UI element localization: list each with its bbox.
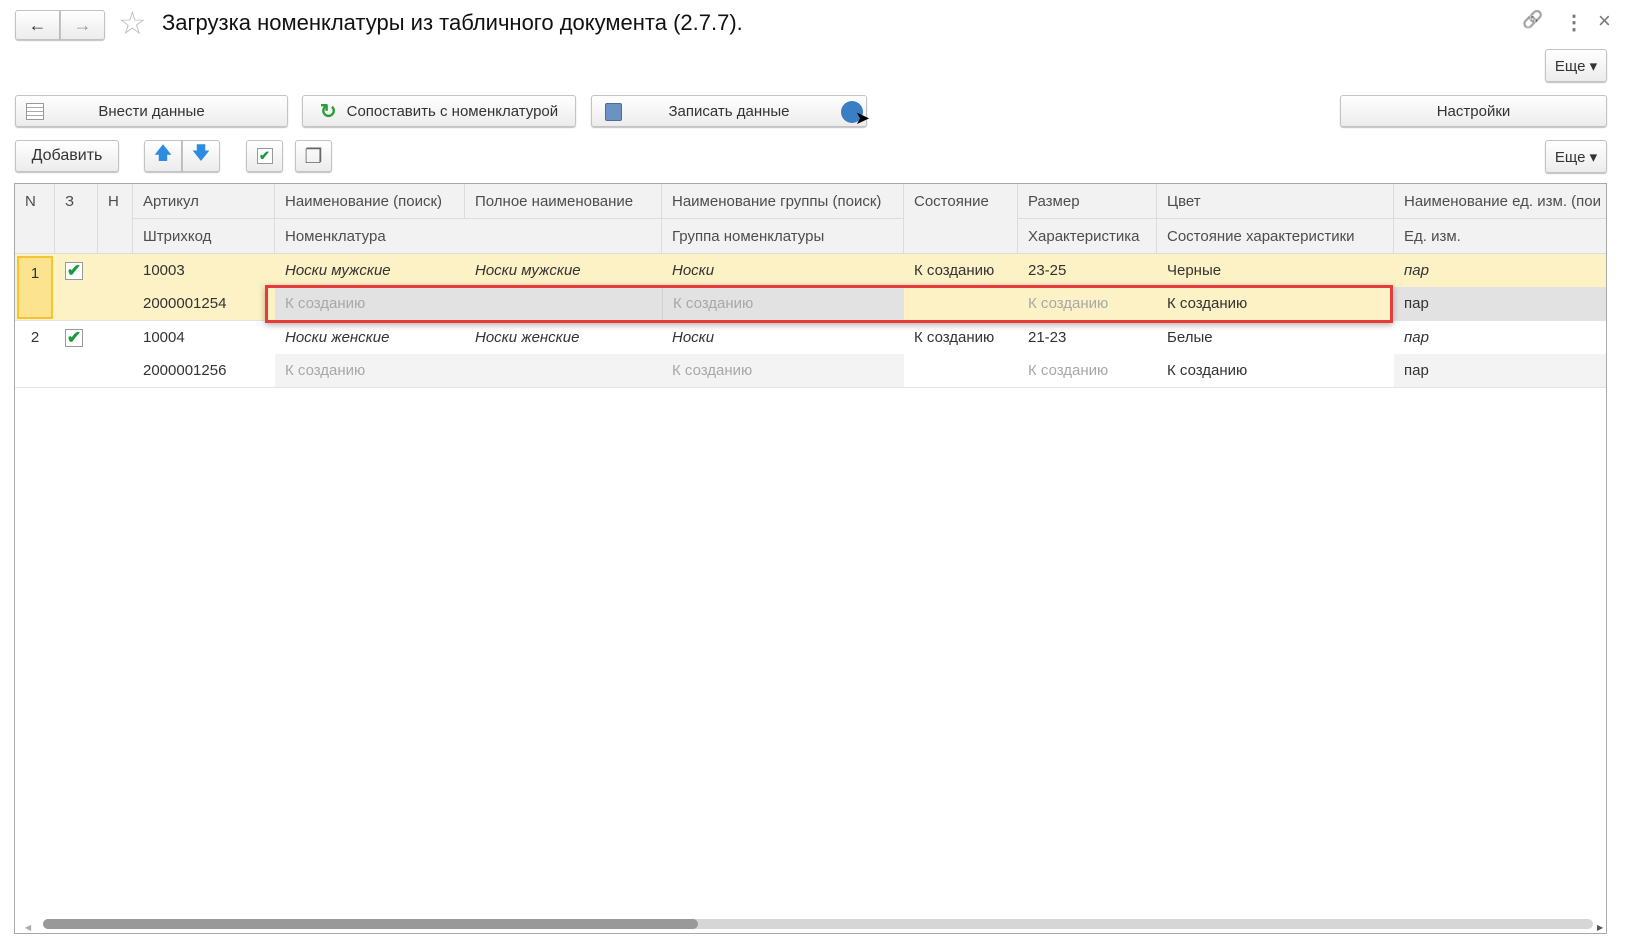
col-header-unit-search[interactable]: Наименование ед. изм. (пои: [1394, 184, 1606, 219]
col-header-color[interactable]: Цвет: [1157, 184, 1394, 219]
scroll-right-arrow-icon[interactable]: ▶: [1597, 923, 1603, 932]
more-button-top[interactable]: Еще ▾: [1545, 49, 1607, 82]
group-name-cell[interactable]: Носки: [662, 254, 904, 287]
state-cell[interactable]: К созданию: [904, 254, 1018, 287]
name-cell[interactable]: Носки женские: [275, 321, 465, 354]
col-header-h[interactable]: Н: [98, 184, 133, 254]
col-header-char-state[interactable]: Состояние характеристики: [1157, 219, 1394, 254]
more-vertical-icon[interactable]: ⋮: [1564, 10, 1584, 35]
move-down-button[interactable]: 🡇: [182, 140, 220, 172]
match-nomenclature-button[interactable]: ↻ Сопоставить с номенклатурой: [302, 95, 576, 127]
group-cell[interactable]: К созданию: [662, 354, 904, 387]
arrow-up-icon: 🡅: [153, 143, 173, 163]
col-header-article[interactable]: Артикул: [133, 184, 275, 219]
color-cell[interactable]: Белые: [1157, 321, 1394, 354]
floppy-disk-icon: [605, 103, 622, 121]
col-header-name-search[interactable]: Наименование (поиск): [275, 184, 465, 219]
row-number: 2: [30, 329, 40, 346]
table-icon: [26, 103, 44, 120]
mouse-cursor-icon: ➤: [854, 108, 870, 128]
check-all-icon: ✔: [256, 148, 273, 164]
group-name-cell[interactable]: Носки: [662, 321, 904, 354]
close-icon[interactable]: ×: [1598, 8, 1611, 34]
scroll-left-arrow-icon[interactable]: ◀: [25, 923, 31, 932]
enter-data-button[interactable]: Внести данные: [15, 95, 288, 127]
nomenclature-cell[interactable]: К созданию: [275, 354, 662, 387]
unit-name-cell[interactable]: пар: [1394, 321, 1606, 354]
col-header-n[interactable]: N: [15, 184, 55, 254]
more-button-table[interactable]: Еще ▾: [1545, 140, 1607, 173]
save-data-button[interactable]: Записать данные ➤: [591, 95, 870, 128]
article-cell[interactable]: 10004: [133, 321, 275, 354]
unit-name-cell[interactable]: пар: [1394, 254, 1606, 287]
copy-button[interactable]: ❐: [295, 140, 332, 172]
copy-icon: ❐: [304, 145, 323, 168]
state-cell[interactable]: К созданию: [904, 321, 1018, 354]
characteristic-cell[interactable]: К созданию: [1018, 354, 1157, 387]
col-header-full-name[interactable]: Полное наименование: [465, 184, 662, 219]
size-cell[interactable]: 23-25: [1018, 254, 1157, 287]
char-state-cell[interactable]: К созданию: [1157, 354, 1394, 387]
match-label: Сопоставить с номенклатурой: [346, 102, 559, 120]
unit-cell[interactable]: пар: [1394, 287, 1606, 320]
save-label: Записать данные: [668, 102, 790, 120]
forward-button[interactable]: →: [60, 10, 105, 40]
refresh-icon: ↻: [319, 100, 337, 123]
col-header-size[interactable]: Размер: [1018, 184, 1157, 219]
size-cell[interactable]: 21-23: [1018, 321, 1157, 354]
add-button[interactable]: Добавить: [15, 140, 119, 172]
col-header-z[interactable]: З: [55, 184, 98, 254]
row-checkbox[interactable]: ✔: [65, 328, 83, 347]
page-title: Загрузка номенклатуры из табличного доку…: [162, 10, 743, 35]
horizontal-scrollbar[interactable]: [43, 919, 1593, 929]
enter-data-label: Внести данные: [98, 102, 205, 120]
scrollbar-thumb[interactable]: [43, 919, 698, 929]
full-name-cell[interactable]: Носки мужские: [465, 254, 662, 287]
col-header-group-search[interactable]: Наименование группы (поиск): [662, 184, 904, 219]
back-button[interactable]: ←: [15, 10, 60, 40]
history-nav: ← →: [15, 10, 106, 40]
article-cell[interactable]: 10003: [133, 254, 275, 287]
row-checkbox[interactable]: ✔: [65, 261, 83, 280]
col-header-unit[interactable]: Ед. изм.: [1394, 219, 1606, 254]
col-header-group[interactable]: Группа номенклатуры: [662, 219, 904, 254]
highlight-frame: [265, 285, 1393, 323]
favorite-star-icon[interactable]: ☆: [118, 4, 147, 42]
barcode-cell[interactable]: 2000001254: [133, 287, 275, 320]
table-row[interactable]: 2 ✔ 10004 2000001256 Носки женские Носки…: [15, 321, 1606, 388]
row-number: 1: [17, 256, 53, 319]
name-cell[interactable]: Носки мужские: [275, 254, 465, 287]
move-up-button[interactable]: 🡅: [144, 140, 182, 172]
arrow-down-icon: 🡇: [191, 143, 211, 163]
unit-cell[interactable]: пар: [1394, 354, 1606, 387]
check-all-button[interactable]: ✔: [246, 140, 283, 172]
color-cell[interactable]: Черные: [1157, 254, 1394, 287]
settings-button[interactable]: Настройки: [1340, 95, 1607, 127]
col-header-characteristic[interactable]: Характеристика: [1018, 219, 1157, 254]
barcode-cell[interactable]: 2000001256: [133, 354, 275, 387]
col-header-state[interactable]: Состояние: [904, 184, 1018, 254]
link-icon[interactable]: 🔗: [1522, 10, 1543, 30]
col-header-nomenclature[interactable]: Номенклатура: [275, 219, 662, 254]
col-header-barcode[interactable]: Штрихкод: [133, 219, 275, 254]
full-name-cell[interactable]: Носки женские: [465, 321, 662, 354]
